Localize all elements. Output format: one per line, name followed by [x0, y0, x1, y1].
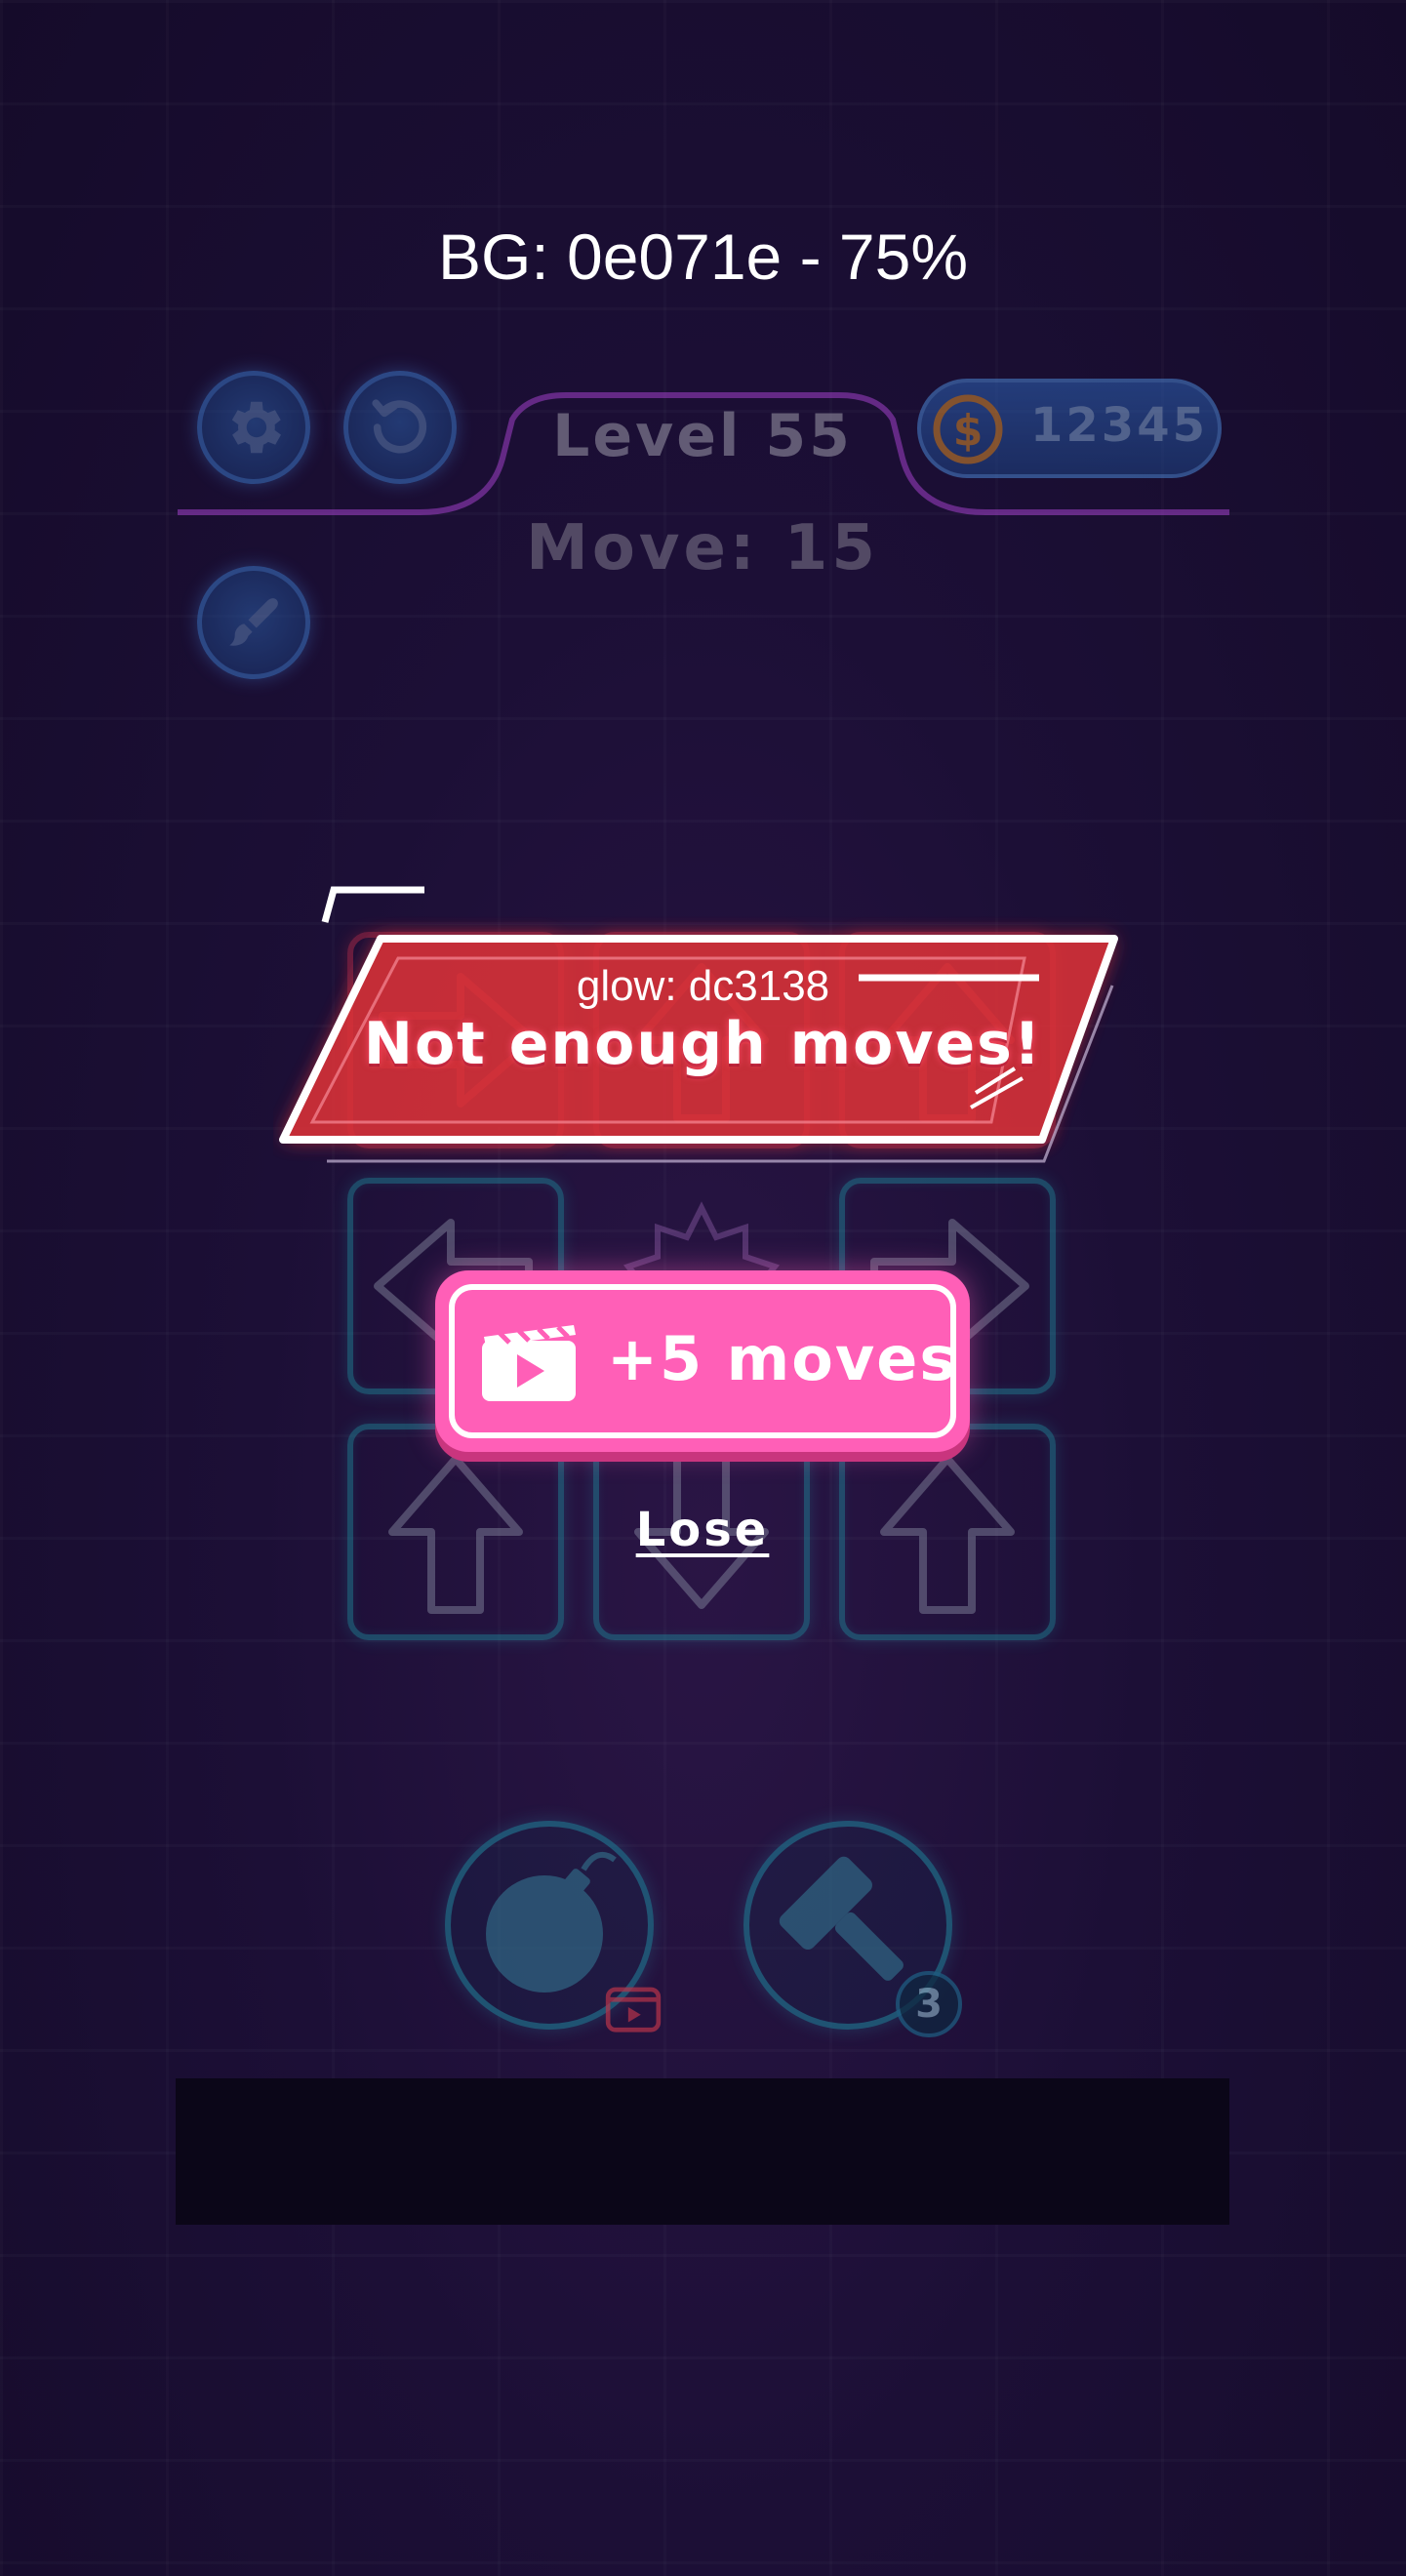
lose-button[interactable]: Lose: [605, 1503, 800, 1557]
bg-debug-label: BG: 0e071e - 75%: [437, 221, 969, 293]
add-moves-label: +5 moves: [607, 1323, 958, 1394]
glow-debug-label: glow: dc3138: [576, 962, 830, 1010]
arrow-up-icon: [388, 1455, 523, 1614]
ad-banner-placeholder: [176, 2078, 1229, 2225]
watch-ad-icon: [605, 1987, 662, 2033]
arrow-tile-up[interactable]: [839, 1424, 1056, 1640]
add-moves-button[interactable]: +5 moves: [435, 1270, 970, 1452]
arrow-tile-up[interactable]: [347, 1424, 564, 1640]
video-ad-icon: [482, 1325, 576, 1401]
popup-title: Not enough moves!: [363, 1010, 1043, 1078]
arrow-up-icon: [880, 1455, 1015, 1614]
hammer-count-badge: 3: [896, 1971, 962, 2037]
